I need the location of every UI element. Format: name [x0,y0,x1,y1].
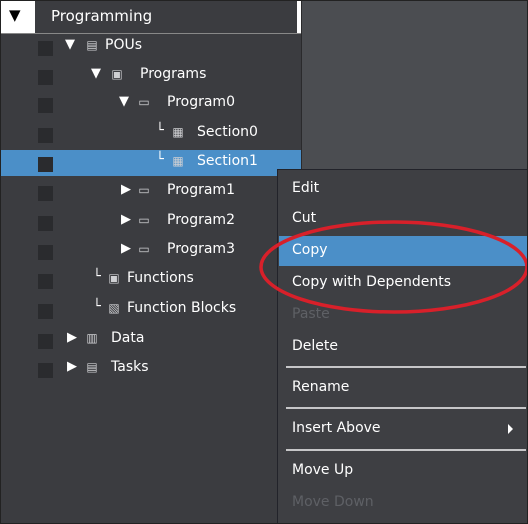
tree-item-program3[interactable]: ▶ ▭ Program3 [1,238,301,264]
row-checkbox[interactable] [38,304,53,319]
tree-item-section1[interactable]: └ ▦ Section1 [1,150,301,176]
menu-item-label: Copy [292,242,328,258]
expand-arrow-icon[interactable]: ▼ [91,66,101,81]
row-checkbox[interactable] [38,98,53,113]
menu-item-label: Insert Above [292,420,381,436]
row-checkbox[interactable] [38,363,53,378]
program-icon: ▭ [138,95,150,109]
context-menu: Edit Cut Copy Copy with Dependents Paste… [277,169,527,523]
collapse-arrow-icon[interactable]: ▶ [121,212,131,227]
tree-item-function-blocks[interactable]: └ ▧ Function Blocks [1,297,301,323]
tree-item-label: Program0 [167,94,235,110]
tree-connector-icon: └ [156,123,164,138]
expand-arrow-icon[interactable]: ▼ [119,94,129,109]
menu-item-label: Move Up [292,462,354,478]
menu-item-edit[interactable]: Edit [279,174,527,204]
tree-item-label: Function Blocks [127,300,237,316]
row-checkbox[interactable] [38,157,53,172]
tree-item-program1[interactable]: ▶ ▭ Program1 [1,179,301,205]
expand-arrow-icon[interactable]: ▼ [65,37,75,52]
menu-item-label: Edit [292,180,320,196]
tasks-icon: ▤ [86,360,98,374]
section-icon: ▦ [172,125,184,139]
row-checkbox[interactable] [38,70,53,85]
expand-arrow-icon[interactable]: ▼ [9,6,21,24]
tree-item-label: Program1 [167,182,235,198]
tree-item-program2[interactable]: ▶ ▭ Program2 [1,209,301,235]
pou-icon: ▤ [86,38,98,52]
menu-item-label: Delete [292,338,338,354]
menu-item-delete[interactable]: Delete [279,332,527,362]
tree-item-label: Data [111,330,145,346]
app-window: ▼ Programming ▼ ▤ POUs ▼ ▣ Programs ▼ ▭ … [0,0,528,524]
tree-item-functions[interactable]: └ ▣ Functions [1,267,301,293]
program-icon: ▭ [138,213,150,227]
program-icon: ▭ [138,183,150,197]
menu-separator [286,449,526,451]
collapse-arrow-icon[interactable]: ▶ [121,241,131,256]
function-blocks-icon: ▧ [108,301,120,315]
menu-item-copy-with-dependents[interactable]: Copy with Dependents [279,268,527,298]
row-checkbox[interactable] [38,128,53,143]
tree-item-label: POUs [105,37,143,53]
tree-item-label: Functions [127,270,194,286]
tree-item-pous[interactable]: ▼ ▤ POUs [1,34,301,60]
menu-separator [286,407,526,409]
data-icon: ▥ [86,331,98,345]
menu-item-label: Copy with Dependents [292,274,452,290]
tree-item-programs[interactable]: ▼ ▣ Programs [1,63,301,89]
tree-connector-icon: └ [93,299,101,314]
tree-item-section0[interactable]: └ ▦ Section0 [1,121,301,147]
row-checkbox[interactable] [38,186,53,201]
tree-connector-icon: └ [156,152,164,167]
tree-item-program0[interactable]: ▼ ▭ Program0 [1,91,301,117]
functions-icon: ▣ [108,271,120,285]
row-checkbox[interactable] [38,274,53,289]
tree-header-label: Programming [51,7,153,25]
tree-connector-icon: └ [93,269,101,284]
tree-item-label: Section1 [197,153,258,169]
menu-item-copy[interactable]: Copy [279,236,527,266]
menu-item-label: Cut [292,210,317,226]
menu-item-label: Paste [292,306,330,322]
program-icon: ▭ [138,242,150,256]
tree-item-label: Programs [140,66,207,82]
row-checkbox[interactable] [38,334,53,349]
project-tree: ▼ Programming ▼ ▤ POUs ▼ ▣ Programs ▼ ▭ … [1,1,302,523]
programs-icon: ▣ [111,67,123,81]
tree-item-label: Tasks [111,359,149,375]
tree-header-programming[interactable]: ▼ Programming [1,1,301,34]
menu-item-cut[interactable]: Cut [279,204,527,234]
collapse-arrow-icon[interactable]: ▶ [121,182,131,197]
submenu-arrow-icon [508,424,513,434]
section-icon: ▦ [172,154,184,168]
menu-item-label: Rename [292,379,350,395]
tree-item-label: Program3 [167,241,235,257]
menu-item-insert-above[interactable]: Insert Above [279,414,527,444]
collapse-arrow-icon[interactable]: ▶ [67,359,77,374]
menu-separator [286,366,526,368]
tree-item-label: Section0 [197,124,258,140]
collapse-arrow-icon[interactable]: ▶ [67,330,77,345]
row-checkbox[interactable] [38,41,53,56]
menu-item-label: Move Down [292,494,374,510]
menu-item-paste: Paste [279,300,527,330]
menu-item-move-down: Move Down [279,488,527,518]
row-checkbox[interactable] [38,245,53,260]
tree-item-label: Program2 [167,212,235,228]
tree-item-data[interactable]: ▶ ▥ Data [1,327,301,353]
menu-item-move-up[interactable]: Move Up [279,456,527,486]
menu-item-rename[interactable]: Rename [279,373,527,403]
row-checkbox[interactable] [38,216,53,231]
tree-item-tasks[interactable]: ▶ ▤ Tasks [1,356,301,382]
